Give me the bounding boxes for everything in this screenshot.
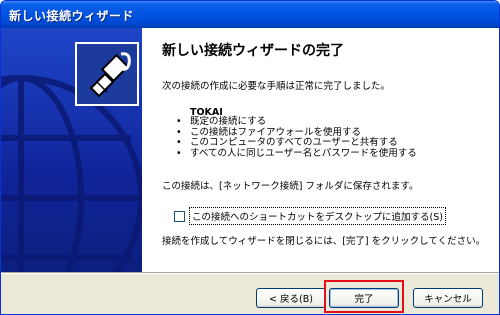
list-item: このコンピュータのすべてのユーザーと共有する: [176, 137, 417, 149]
finish-instruction-text: 接続を作成してウィザードを閉じるには、[完了] をクリックしてください。: [162, 236, 486, 247]
shortcut-checkbox[interactable]: [174, 210, 185, 222]
shortcut-checkbox-label[interactable]: この接続へのショートカットをデスクトップに追加する(S): [189, 207, 446, 225]
saved-location-text: この接続は、[ネットワーク接続] フォルダに保存されます。: [162, 181, 419, 192]
button-separator: [1, 272, 499, 274]
window-title: 新しい接続ウィザード: [9, 9, 135, 23]
finish-highlight-box: [324, 280, 404, 313]
network-plug-icon: [75, 42, 139, 106]
list-item: すべての人に同じユーザー名とパスワードを使用する: [176, 148, 417, 160]
completion-text: 次の接続の作成に必要な手順は正常に完了しました。: [162, 81, 391, 92]
list-item: 既定の接続にする: [176, 116, 417, 128]
connection-settings-list: 既定の接続にする この接続はファイアウォールを使用する このコンピュータのすべて…: [176, 116, 417, 160]
wizard-content: 新しい接続ウィザードの完了 次の接続の作成に必要な手順は正常に完了しました。 T…: [142, 28, 499, 272]
shortcut-option[interactable]: この接続へのショートカットをデスクトップに追加する(S): [174, 207, 446, 225]
cancel-button[interactable]: キャンセル: [413, 288, 483, 308]
title-bar[interactable]: 新しい接続ウィザード: [1, 1, 499, 28]
wizard-side-panel: [1, 28, 142, 272]
back-button[interactable]: < 戻る(B): [256, 288, 326, 308]
wizard-window: 新しい接続ウィザード 新しい接続ウィザードの完了 次の接続の作成に必要な手順は正…: [0, 0, 500, 315]
wizard-heading: 新しい接続ウィザードの完了: [162, 43, 344, 59]
